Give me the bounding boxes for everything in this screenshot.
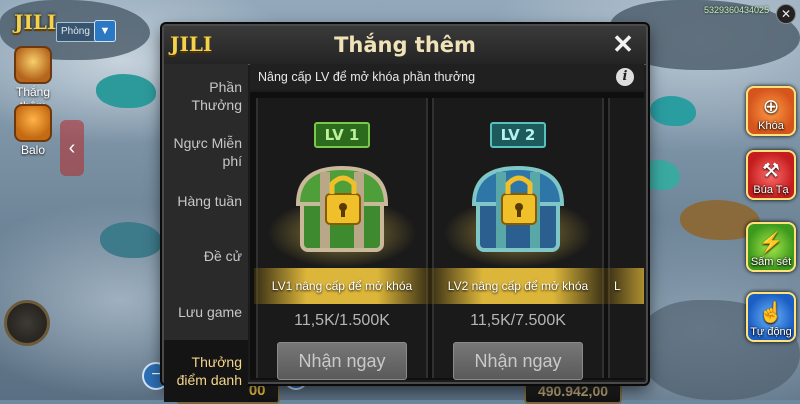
tab-recommended[interactable]: Đề cử (164, 228, 248, 284)
dinosaur-creature (650, 96, 696, 126)
tab-label: Hàng tuần (177, 193, 242, 209)
dialog-tabs: Phần Thưởng Ngực Miễn phí Hàng tuần Đề c… (164, 64, 248, 402)
reward-card-lv2: LV 2 LV2 nâng cấp để mở khóa 11,5K/7.500… (430, 98, 606, 380)
tab-rewards[interactable]: Phần Thưởng (164, 68, 248, 124)
backpack-icon (14, 104, 52, 142)
skill-hammer-label: Búa Tạ (753, 184, 789, 196)
chevron-left-icon: ‹ (68, 137, 76, 159)
tab-attendance-reward[interactable]: Thưởng điểm danh (164, 340, 248, 402)
close-icon: ✕ (780, 7, 792, 21)
unlock-banner: LV2 nâng cấp để mở khóa (430, 268, 606, 304)
claim-button[interactable]: Nhận ngay (277, 342, 407, 380)
unlock-banner: LV1 nâng cấp để mở khóa (254, 268, 430, 304)
info-text: Nâng cấp LV để mở khóa phần thưởng (258, 70, 476, 84)
reward-card-lv1: LV 1 LV1 nâng cấp để mở khóa 11,5K/1.500… (254, 98, 430, 380)
level-progress: 11,5K/1.500K (294, 312, 390, 329)
bonus-button[interactable]: Thắng thêm (10, 46, 56, 113)
backpack-button-label: Balo (20, 143, 46, 157)
game-logo: JILI (14, 10, 57, 34)
cannon-badge (4, 300, 50, 346)
claim-button[interactable]: Nhận ngay (453, 342, 583, 380)
chest-area (258, 154, 426, 268)
tab-label: Ngực Miễn phí (173, 135, 242, 169)
chest-area (434, 154, 602, 268)
level-badge: LV 1 (314, 122, 370, 148)
locked-chest-icon (295, 165, 389, 252)
auto-icon: ☝ (758, 302, 784, 324)
skill-auto-button[interactable]: ☝ Tự động (746, 292, 796, 342)
room-dropdown-button[interactable]: ▼ (94, 20, 116, 42)
bonus-dialog: JILI Thắng thêm ✕ Phần Thưởng Ngực Miễn … (162, 24, 648, 402)
tab-label: Đề cử (203, 248, 242, 264)
lock-icon: ⊕ (762, 96, 780, 118)
previous-arrow-button[interactable]: ‹ (60, 120, 84, 176)
backpack-button[interactable]: Balo (10, 104, 56, 157)
level-badge: LV 2 (490, 122, 546, 148)
treasure-chest-icon (14, 46, 52, 84)
locked-chest-icon (471, 165, 565, 252)
tab-label: Phần Thưởng (191, 79, 242, 113)
skill-lock-button[interactable]: ⊕ Khóa (746, 86, 796, 136)
skill-lightning-button[interactable]: ⚡ Sấm sét (746, 222, 796, 272)
tab-label: Lưu game (178, 304, 242, 320)
reward-cards: LV 1 LV1 nâng cấp để mở khóa 11,5K/1.500… (250, 92, 644, 380)
dinosaur-creature (100, 222, 162, 258)
player-id: 5329360434025 (704, 5, 770, 15)
minus-icon: − (151, 366, 161, 383)
close-icon: ✕ (612, 29, 634, 59)
room-label: Phòng (61, 26, 90, 37)
skill-hammer-button[interactable]: ⚒ Búa Tạ (746, 150, 796, 200)
unlock-banner: L (606, 268, 644, 304)
tab-weekly[interactable]: Hàng tuần (164, 180, 248, 222)
lightning-icon: ⚡ (758, 232, 784, 254)
info-bar: Nâng cấp LV để mở khóa phần thưởng i (250, 64, 644, 90)
dialog-title: Thắng thêm (334, 33, 476, 57)
chevron-down-icon: ▼ (99, 25, 111, 37)
level-progress: 11,5K/7.500K (470, 312, 566, 329)
info-icon[interactable]: i (616, 68, 634, 86)
reward-card-lv3: L (606, 98, 644, 378)
hammer-icon: ⚒ (762, 160, 780, 182)
tab-save-game[interactable]: Lưu game (164, 284, 248, 340)
skill-lock-label: Khóa (758, 120, 784, 132)
dialog-close-button[interactable]: ✕ (610, 30, 636, 58)
skill-auto-label: Tự động (750, 326, 792, 338)
exit-game-button[interactable]: ✕ (776, 4, 796, 24)
tab-free-chest[interactable]: Ngực Miễn phí (164, 124, 248, 180)
dinosaur-creature (96, 74, 156, 108)
dialog-header: JILI Thắng thêm ✕ (164, 26, 646, 65)
skill-lightning-label: Sấm sét (750, 256, 792, 268)
tab-label: Thưởng điểm danh (176, 354, 242, 388)
